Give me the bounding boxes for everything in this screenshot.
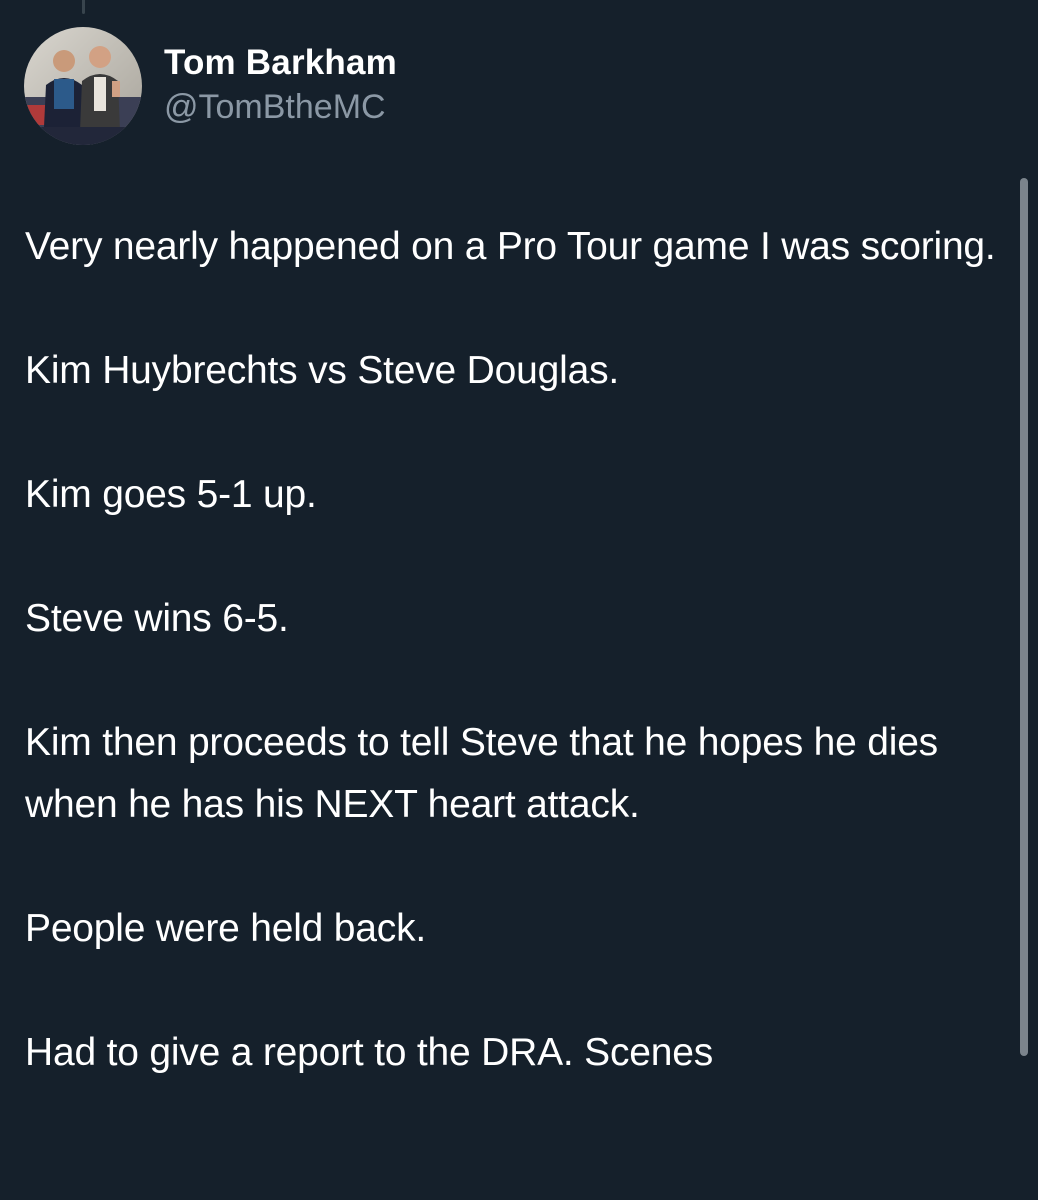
tweet-paragraph: Kim goes 5-1 up. bbox=[25, 473, 317, 516]
author-info[interactable]: Tom Barkham @TomBtheMC bbox=[164, 42, 397, 128]
tweet-paragraph: Had to give a report to the DRA. Scenes bbox=[25, 1031, 714, 1074]
avatar-photo-icon bbox=[24, 27, 142, 145]
tweet-paragraph: Kim then proceeds to tell Steve that he … bbox=[25, 721, 938, 826]
tweet-paragraph: Kim Huybrechts vs Steve Douglas. bbox=[25, 349, 620, 392]
tweet-paragraph: People were held back. bbox=[25, 907, 427, 950]
tweet-paragraph: Steve wins 6-5. bbox=[25, 597, 289, 640]
tweet-text: Very nearly happened on a Pro Tour game … bbox=[25, 216, 1000, 1084]
author-display-name[interactable]: Tom Barkham bbox=[164, 42, 397, 84]
tweet-paragraph: Very nearly happened on a Pro Tour game … bbox=[25, 225, 996, 268]
scrollbar-thumb[interactable] bbox=[1020, 178, 1028, 1056]
author-avatar[interactable] bbox=[24, 27, 142, 145]
author-handle[interactable]: @TomBtheMC bbox=[164, 86, 397, 128]
thread-connector-line bbox=[82, 0, 85, 14]
